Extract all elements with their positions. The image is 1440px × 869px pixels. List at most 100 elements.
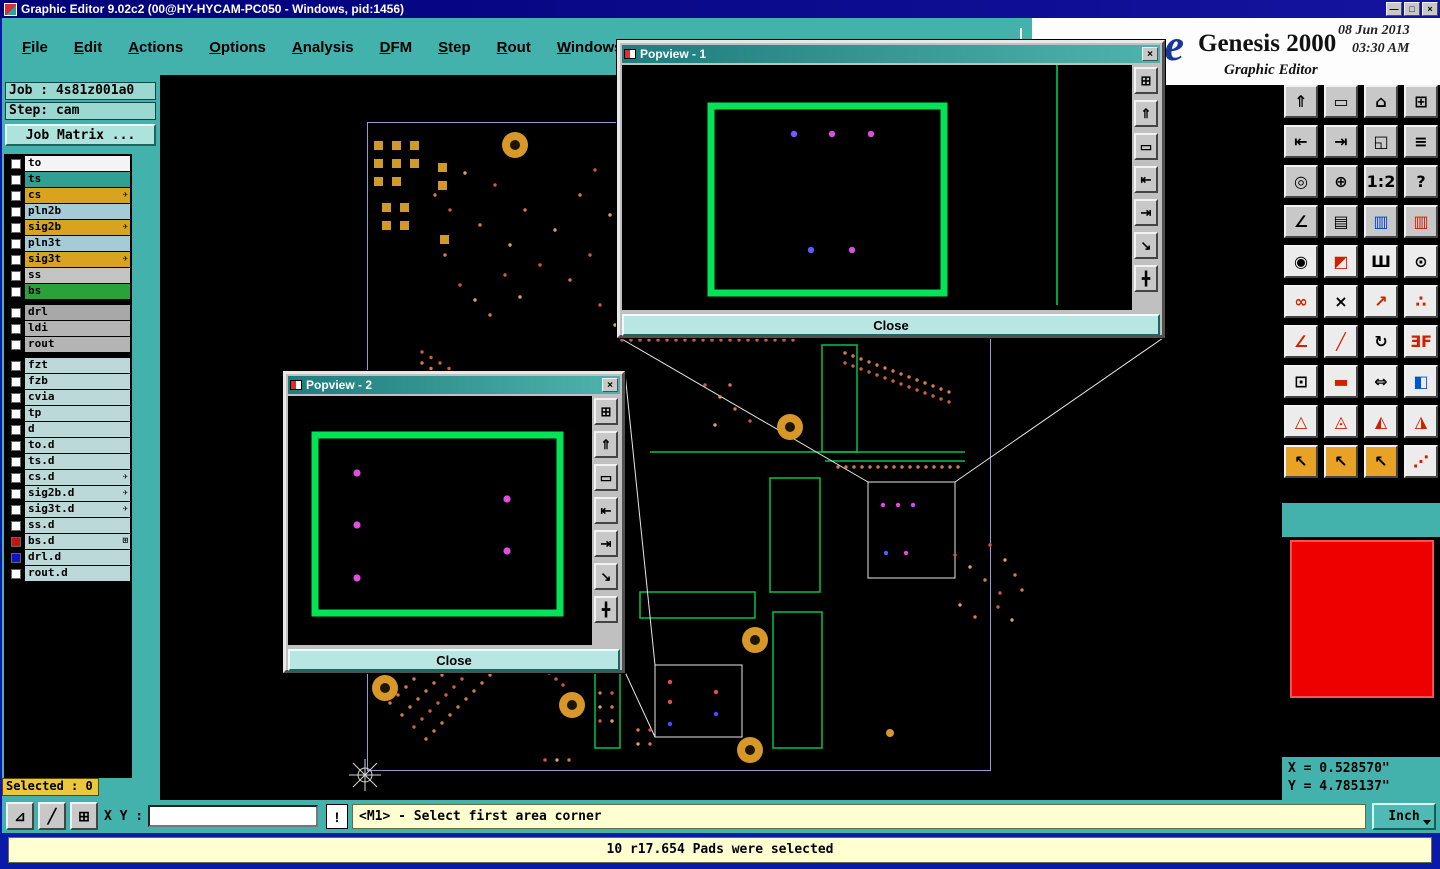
new-window-icon[interactable]: ⊞ (594, 398, 618, 425)
layer-visibility-checkbox[interactable] (6, 566, 25, 581)
layer-name[interactable]: rout (25, 337, 130, 352)
layer-name[interactable]: cvia (25, 390, 130, 405)
linked-pads-icon[interactable]: ∞ (1284, 285, 1318, 318)
layer-visibility-checkbox[interactable] (6, 438, 25, 453)
layer-name[interactable]: cs ✈ (25, 188, 130, 203)
layer-visibility-checkbox[interactable] (6, 337, 25, 352)
grid-icon[interactable]: ▤ (1324, 205, 1358, 238)
menu-item[interactable]: Rout (497, 39, 531, 56)
layer-visibility-checkbox[interactable] (6, 502, 25, 517)
layer-row[interactable]: ts (6, 172, 130, 187)
measure-icon[interactable]: ∠ (1284, 205, 1318, 238)
dock-right-icon[interactable]: ⇥ (1134, 199, 1158, 226)
scatter-pads-icon[interactable]: ∴ (1404, 285, 1438, 318)
layer-name[interactable]: to.d (25, 438, 130, 453)
angle-icon[interactable]: ∠ (1284, 325, 1318, 358)
layer-visibility-checkbox[interactable] (6, 534, 25, 549)
popview-1-titlebar[interactable]: Popview - 1 × (622, 45, 1160, 63)
paste-up-icon[interactable]: ⇑ (1284, 85, 1318, 118)
layer-row[interactable]: ss (6, 268, 130, 283)
layer-colors-red-icon[interactable]: ▥ (1404, 205, 1438, 238)
layer-row[interactable]: pln2b (6, 204, 130, 219)
new-window-icon[interactable]: ⊞ (1134, 67, 1158, 94)
layer-row[interactable]: sig2b.d ✈ (6, 486, 130, 501)
layer-visibility-checkbox[interactable] (6, 374, 25, 389)
layer-row[interactable]: sig3t ✈ (6, 252, 130, 267)
menu-item[interactable]: DFM (380, 39, 413, 56)
layer-visibility-checkbox[interactable] (6, 454, 25, 469)
mirror-icon[interactable]: ƎF (1404, 325, 1438, 358)
layer-row[interactable]: bs (6, 284, 130, 299)
menu-item[interactable]: Options (209, 39, 266, 56)
layer-name[interactable]: to (25, 156, 130, 171)
layer-visibility-checkbox[interactable] (6, 236, 25, 251)
layer-name[interactable]: ldi (25, 321, 130, 336)
dock-right-icon[interactable]: ⇥ (1324, 125, 1358, 158)
layer-visibility-checkbox[interactable] (6, 390, 25, 405)
layer-name[interactable]: bs.d ⊞ (25, 534, 130, 549)
tile-windows-icon[interactable]: ⊞ (1404, 85, 1438, 118)
layer-row[interactable]: rout (6, 337, 130, 352)
zoom-target-icon[interactable]: ◎ (1284, 165, 1318, 198)
select-cursor-icon[interactable]: ↖ (1284, 445, 1318, 478)
screen-icon[interactable]: ▭ (594, 464, 618, 491)
popview-2-close-button[interactable]: Close (288, 649, 620, 671)
layer-name[interactable]: ts.d (25, 454, 130, 469)
maximize-button[interactable]: □ (1404, 2, 1420, 16)
layer-row[interactable]: cvia (6, 390, 130, 405)
layer-name[interactable]: pln2b (25, 204, 130, 219)
dock-right-icon[interactable]: ⇥ (594, 530, 618, 557)
stretch-icon[interactable]: ⇔ (1364, 365, 1398, 398)
layer-name[interactable]: tp (25, 406, 130, 421)
zoom-window-icon[interactable]: ◱ (1364, 125, 1398, 158)
layer-visibility-checkbox[interactable] (6, 188, 25, 203)
help-icon[interactable]: ? (1404, 165, 1438, 198)
pan-icon[interactable]: ╋ (1134, 265, 1158, 292)
layer-visibility-checkbox[interactable] (6, 284, 25, 299)
close-button[interactable]: × (1422, 2, 1438, 16)
popview-2-titlebar[interactable]: Popview - 2 × (288, 376, 620, 394)
layer-name[interactable]: fzb (25, 374, 130, 389)
layer-row[interactable]: ldi (6, 321, 130, 336)
triangle-outline-icon[interactable]: △ (1284, 405, 1318, 438)
layer-name[interactable]: sig2b ✈ (25, 220, 130, 235)
popview-1-close-icon[interactable]: × (1142, 47, 1158, 61)
select-dots-icon[interactable]: ⋰ (1404, 445, 1438, 478)
layer-visibility-checkbox[interactable] (6, 204, 25, 219)
layer-visibility-checkbox[interactable] (6, 470, 25, 485)
layer-name[interactable]: rout.d (25, 566, 130, 581)
screen-icon[interactable]: ▭ (1134, 133, 1158, 160)
triangle-dot-icon[interactable]: ◬ (1324, 405, 1358, 438)
layer-visibility-checkbox[interactable] (6, 358, 25, 373)
pad-icon[interactable]: ◉ (1284, 245, 1318, 278)
pad-ring-icon[interactable]: ⊙ (1404, 245, 1438, 278)
rotate-icon[interactable]: ↻ (1364, 325, 1398, 358)
dash-icon[interactable]: ▬ (1324, 365, 1358, 398)
layer-row[interactable]: drl (6, 305, 130, 320)
layer-row[interactable]: cs ✈ (6, 188, 130, 203)
corner-flag-icon[interactable]: ◩ (1324, 245, 1358, 278)
popview-1-close-button[interactable]: Close (622, 314, 1160, 336)
delete-icon[interactable]: × (1324, 285, 1358, 318)
popview-2-canvas[interactable] (288, 396, 592, 645)
dock-left-icon[interactable]: ⇤ (1134, 166, 1158, 193)
comb-icon[interactable]: Ш (1364, 245, 1398, 278)
home-icon[interactable]: ⌂ (1364, 85, 1398, 118)
corner-select-icon[interactable]: ⊿ (6, 802, 34, 830)
layer-name[interactable]: sig2b.d ✈ (25, 486, 130, 501)
layer-row[interactable]: to.d (6, 438, 130, 453)
layer-visibility-checkbox[interactable] (6, 321, 25, 336)
layer-row[interactable]: drl.d (6, 550, 130, 565)
layer-row[interactable]: ss.d (6, 518, 130, 533)
popview-1-canvas[interactable] (622, 65, 1132, 310)
layer-row[interactable]: fzt (6, 358, 130, 373)
command-history-button[interactable]: ! (326, 804, 348, 829)
minimize-button[interactable]: — (1386, 2, 1402, 16)
popview-2-close-icon[interactable]: × (602, 378, 618, 392)
resize-icon[interactable]: ↘ (594, 563, 618, 590)
diagonal-measure-icon[interactable]: ╱ (38, 802, 66, 830)
move-pad-icon[interactable]: ↗ (1364, 285, 1398, 318)
layer-name[interactable]: d (25, 422, 130, 437)
layer-name[interactable]: fzt (25, 358, 130, 373)
layer-row[interactable]: pln3t (6, 236, 130, 251)
